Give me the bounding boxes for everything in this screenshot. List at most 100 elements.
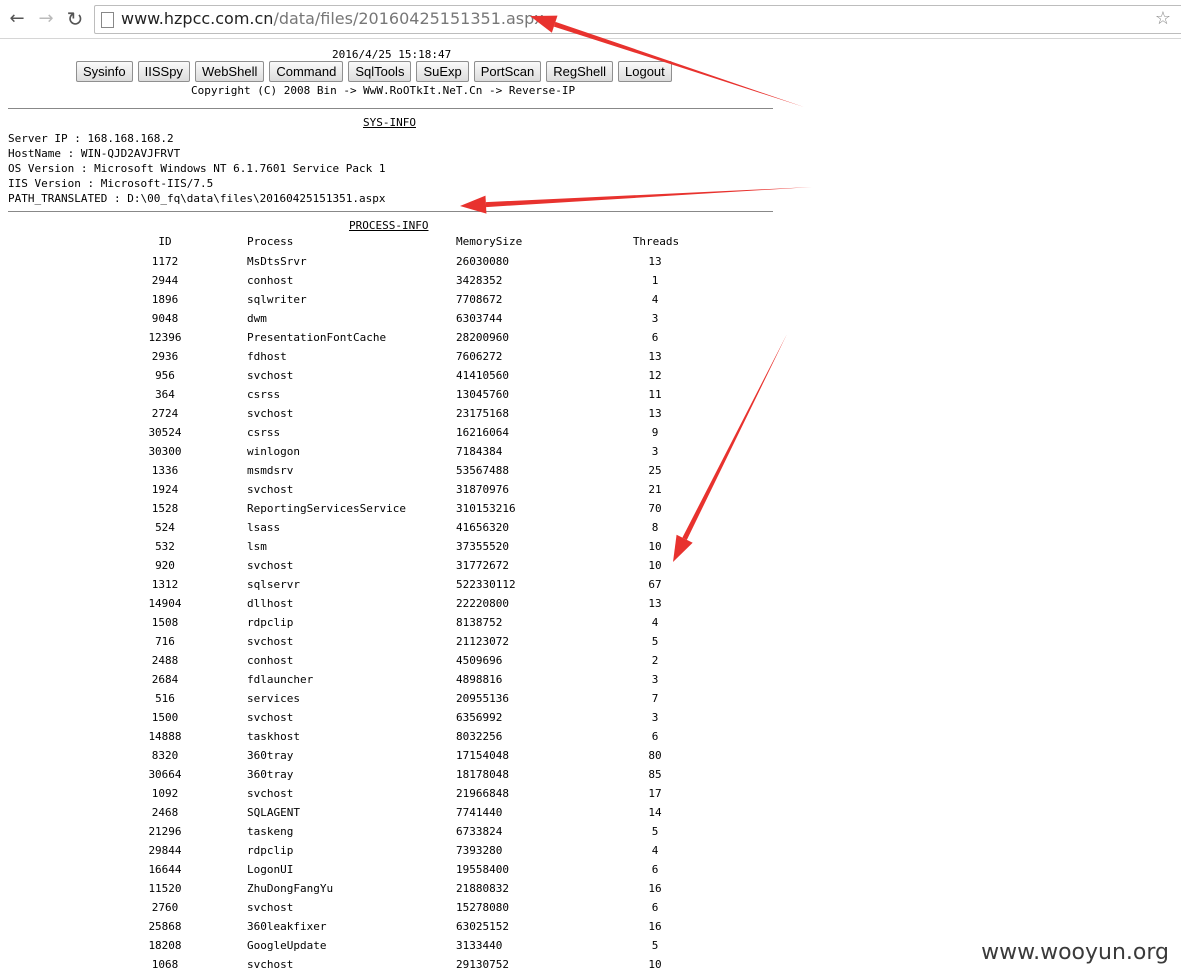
cell-memorysize: 29130752 (456, 958, 509, 971)
cell-id: 516 (155, 692, 175, 705)
cell-id: 920 (155, 559, 175, 572)
cell-process: 360leakfixer (247, 920, 327, 933)
cell-id: 1092 (151, 787, 179, 800)
cell-threads: 5 (651, 939, 659, 952)
cell-memorysize: 17154048 (456, 749, 509, 762)
cell-process: csrss (247, 426, 281, 439)
sysinfo-title: SYS-INFO (363, 116, 416, 129)
url-text[interactable]: www.hzpcc.com.cn/data/files/201604251513… (121, 9, 544, 28)
cell-threads: 21 (648, 483, 662, 496)
cell-memorysize: 28200960 (456, 331, 509, 344)
cell-id: 14904 (148, 597, 182, 610)
cell-process: sqlwriter (247, 293, 307, 306)
cell-memorysize: 7741440 (456, 806, 503, 819)
cell-memorysize: 310153216 (456, 502, 516, 515)
header-process: Process (247, 235, 294, 248)
cell-threads: 80 (648, 749, 662, 762)
logout-button[interactable]: Logout (618, 61, 672, 82)
page-content: 2016/4/25 15:18:47 Sysinfo IISSpy WebShell… (0, 39, 1181, 979)
cell-memorysize: 37355520 (456, 540, 509, 553)
sysinfo-line: OS Version : Microsoft Windows NT 6.1.76… (8, 162, 386, 175)
cell-memorysize: 7708672 (456, 293, 503, 306)
cell-threads: 10 (648, 958, 662, 971)
cell-threads: 85 (648, 768, 662, 781)
cell-memorysize: 6733824 (456, 825, 503, 838)
sqltools-button[interactable]: SqlTools (348, 61, 412, 82)
cell-memorysize: 26030080 (456, 255, 509, 268)
forward-arrow-icon[interactable]: → (35, 8, 57, 30)
cell-id: 9048 (151, 312, 179, 325)
cell-id: 11520 (148, 882, 182, 895)
star-icon[interactable]: ☆ (1155, 8, 1171, 29)
cell-id: 2684 (151, 673, 179, 686)
cell-id: 25868 (148, 920, 182, 933)
cell-process: msmdsrv (247, 464, 294, 477)
cell-process: csrss (247, 388, 281, 401)
cell-threads: 4 (651, 616, 659, 629)
server-datetime: 2016/4/25 15:18:47 (332, 48, 452, 61)
portscan-button[interactable]: PortScan (473, 61, 542, 82)
cell-threads: 8 (651, 521, 659, 534)
cell-process: svchost (247, 559, 294, 572)
cell-memorysize: 4509696 (456, 654, 503, 667)
cell-process: dllhost (247, 597, 294, 610)
cell-id: 1312 (151, 578, 179, 591)
cell-threads: 3 (651, 711, 659, 724)
cell-threads: 1 (651, 274, 659, 287)
cell-id: 1172 (151, 255, 179, 268)
cell-memorysize: 7393280 (456, 844, 503, 857)
cell-id: 524 (155, 521, 175, 534)
cell-threads: 4 (651, 293, 659, 306)
cell-process: conhost (247, 274, 294, 287)
sysinfo-line: PATH_TRANSLATED : D:\00_fq\data\files\20… (8, 192, 386, 205)
cell-threads: 10 (648, 540, 662, 553)
cell-memorysize: 8032256 (456, 730, 503, 743)
cell-process: svchost (247, 407, 294, 420)
reload-icon[interactable]: ↻ (64, 8, 86, 30)
iisspy-button[interactable]: IISSpy (137, 61, 190, 82)
cell-memorysize: 522330112 (456, 578, 516, 591)
cell-threads: 13 (648, 597, 662, 610)
cell-process: fdhost (247, 350, 287, 363)
webshell-button[interactable]: WebShell (194, 61, 265, 82)
cell-memorysize: 21123072 (456, 635, 509, 648)
cell-memorysize: 31772672 (456, 559, 509, 572)
cell-process: taskhost (247, 730, 300, 743)
cell-threads: 16 (648, 882, 662, 895)
cell-threads: 25 (648, 464, 662, 477)
cell-process: 360tray (247, 768, 294, 781)
cell-memorysize: 7184384 (456, 445, 503, 458)
cell-id: 1508 (151, 616, 179, 629)
cell-process: winlogon (247, 445, 300, 458)
cell-threads: 9 (651, 426, 659, 439)
process-info-title: PROCESS-INFO (349, 219, 429, 232)
cell-process: PresentationFontCache (247, 331, 387, 344)
cell-threads: 6 (651, 331, 659, 344)
cell-memorysize: 13045760 (456, 388, 509, 401)
cell-memorysize: 53567488 (456, 464, 509, 477)
back-arrow-icon[interactable]: ← (6, 8, 28, 30)
sysinfo-block: Server IP : 168.168.168.2 HostName : WIN-… (8, 131, 386, 206)
cell-process: conhost (247, 654, 294, 667)
cell-threads: 70 (648, 502, 662, 515)
command-button[interactable]: Command (269, 61, 344, 82)
cell-memorysize: 7606272 (456, 350, 503, 363)
cell-id: 12396 (148, 331, 182, 344)
cell-process: 360tray (247, 749, 294, 762)
cell-id: 2936 (151, 350, 179, 363)
cell-memorysize: 41410560 (456, 369, 509, 382)
sysinfo-button[interactable]: Sysinfo (76, 61, 133, 82)
url-path: /data/files/20160425151351.aspx (273, 9, 544, 28)
cell-threads: 13 (648, 407, 662, 420)
cell-memorysize: 8138752 (456, 616, 503, 629)
cell-memorysize: 41656320 (456, 521, 509, 534)
cell-memorysize: 19558400 (456, 863, 509, 876)
address-bar[interactable]: www.hzpcc.com.cn/data/files/201604251513… (94, 5, 1181, 34)
suexp-button[interactable]: SuExp (416, 61, 469, 82)
regshell-button[interactable]: RegShell (546, 61, 614, 82)
cell-id: 1528 (151, 502, 179, 515)
cell-id: 30664 (148, 768, 182, 781)
cell-memorysize: 18178048 (456, 768, 509, 781)
cell-threads: 3 (651, 673, 659, 686)
cell-process: rdpclip (247, 844, 294, 857)
